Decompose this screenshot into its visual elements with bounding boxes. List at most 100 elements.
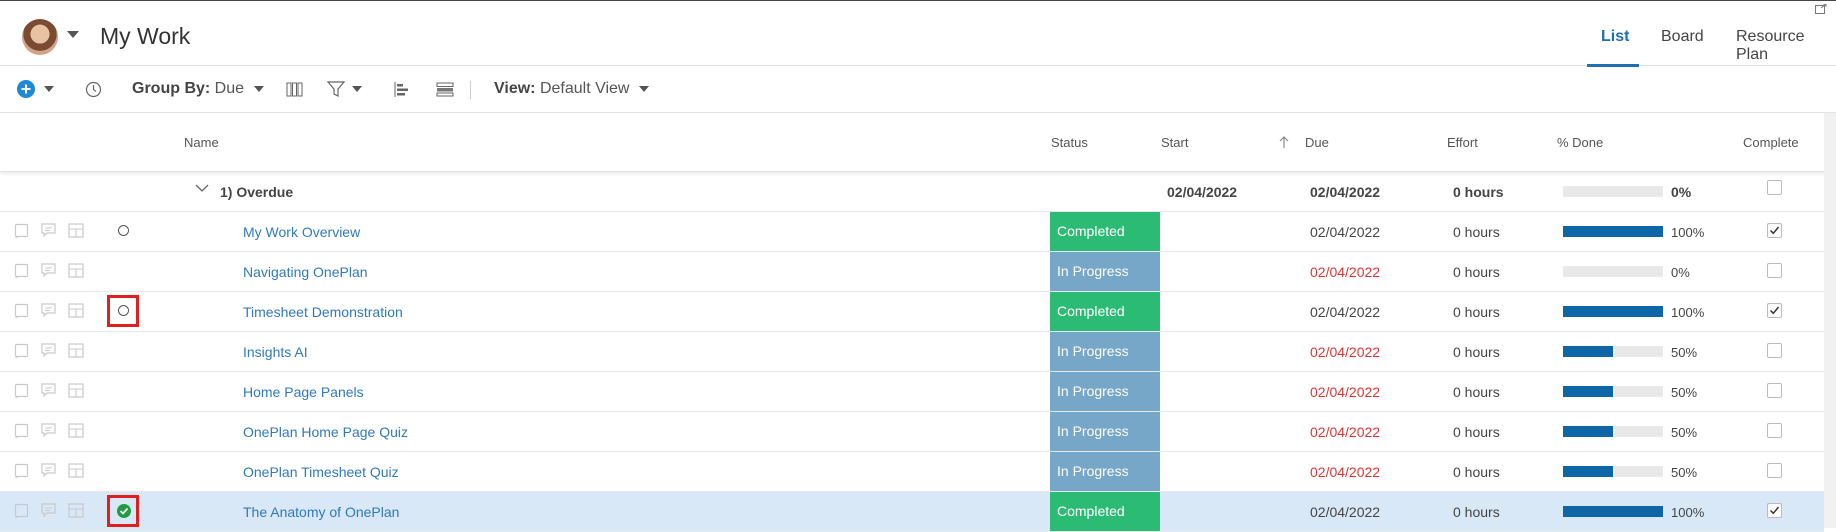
- table-row[interactable]: Insights AI In Progress 02/04/2022 0 hours 5…: [0, 332, 1824, 372]
- table-row[interactable]: The Anatomy of OnePlan Completed 02/04/202…: [0, 492, 1824, 532]
- details-icon[interactable]: [68, 263, 84, 279]
- filter-button[interactable]: [327, 66, 362, 112]
- complete-checkbox[interactable]: [1767, 223, 1782, 238]
- chevron-down-icon[interactable]: [195, 183, 209, 193]
- columns-icon[interactable]: [286, 82, 303, 97]
- view-dropdown[interactable]: View: Default View: [494, 66, 650, 112]
- column-header-status[interactable]: Status: [1051, 135, 1088, 150]
- chevron-down-icon[interactable]: [254, 86, 265, 92]
- comment-icon[interactable]: [41, 343, 57, 359]
- comment-icon[interactable]: [41, 463, 57, 479]
- progress-bar: [1563, 346, 1663, 357]
- column-header-percent-done[interactable]: % Done: [1557, 135, 1603, 150]
- column-header-name[interactable]: Name: [184, 135, 219, 150]
- task-name-link[interactable]: Navigating OnePlan: [243, 264, 368, 280]
- task-icon[interactable]: [14, 383, 30, 399]
- details-icon[interactable]: [68, 383, 84, 399]
- task-name-link[interactable]: OnePlan Home Page Quiz: [243, 424, 408, 440]
- progress-fill: [1563, 426, 1613, 437]
- details-icon[interactable]: [68, 223, 84, 239]
- effort-value: 0 hours: [1453, 384, 1500, 400]
- complete-checkbox[interactable]: [1767, 303, 1782, 318]
- details-icon[interactable]: [68, 303, 84, 319]
- task-icon[interactable]: [14, 263, 30, 279]
- table-row[interactable]: Navigating OnePlan In Progress 02/04/2022 0…: [0, 252, 1824, 292]
- details-icon[interactable]: [68, 423, 84, 439]
- task-name-link[interactable]: Insights AI: [243, 344, 308, 360]
- details-icon[interactable]: [68, 343, 84, 359]
- task-icon[interactable]: [14, 463, 30, 479]
- comment-icon[interactable]: [41, 263, 57, 279]
- table-row[interactable]: My Work Overview Completed 02/04/2022 0 hou…: [0, 212, 1824, 252]
- details-icon[interactable]: [68, 463, 84, 479]
- checkmark-icon: [1769, 226, 1780, 235]
- clock-icon[interactable]: [85, 81, 102, 98]
- task-icon[interactable]: [14, 223, 30, 239]
- add-button[interactable]: [17, 66, 54, 112]
- scrollbar[interactable]: [1824, 113, 1836, 528]
- complete-checkbox[interactable]: [1767, 343, 1782, 358]
- group-by-label: Group By:: [132, 80, 211, 97]
- table-row[interactable]: OnePlan Timesheet Quiz In Progress 02/04/2…: [0, 452, 1824, 492]
- column-header-start[interactable]: Start: [1161, 135, 1188, 150]
- filter-icon[interactable]: [327, 80, 345, 98]
- task-name-link[interactable]: OnePlan Timesheet Quiz: [243, 464, 399, 480]
- effort-value: 0 hours: [1453, 344, 1500, 360]
- tab-board[interactable]: Board: [1661, 28, 1704, 46]
- layout-button[interactable]: [436, 66, 454, 112]
- group-start: 02/04/2022: [1167, 184, 1238, 200]
- group-row-overdue[interactable]: 1) Overdue 02/04/2022 02/04/2022 0 hours…: [0, 172, 1824, 212]
- rows-icon[interactable]: [436, 82, 454, 97]
- task-name-link[interactable]: Timesheet Demonstration: [243, 304, 403, 320]
- chevron-down-icon[interactable]: [67, 31, 79, 38]
- percent-done: 50%: [1671, 465, 1698, 480]
- task-name-link[interactable]: The Anatomy of OnePlan: [243, 504, 399, 520]
- table-row[interactable]: Timesheet Demonstration Completed 02/04/20…: [0, 292, 1824, 332]
- status-circle-icon[interactable]: [118, 225, 129, 236]
- column-header-complete[interactable]: Complete: [1743, 135, 1799, 150]
- avatar[interactable]: [22, 19, 58, 55]
- tab-list[interactable]: List: [1601, 28, 1629, 46]
- complete-checkbox[interactable]: [1767, 383, 1782, 398]
- chevron-down-icon[interactable]: [639, 86, 650, 92]
- columns-button[interactable]: [286, 66, 303, 112]
- plus-circle-icon[interactable]: [17, 80, 35, 98]
- complete-checkbox[interactable]: [1767, 503, 1782, 518]
- complete-checkbox[interactable]: [1767, 423, 1782, 438]
- group-percent: 0%: [1671, 184, 1692, 200]
- tab-resource-plan[interactable]: Resource Plan: [1736, 28, 1836, 64]
- chevron-down-icon[interactable]: [44, 86, 54, 92]
- comment-icon[interactable]: [41, 223, 57, 239]
- progress-bar: [1563, 386, 1663, 397]
- column-header-effort[interactable]: Effort: [1447, 135, 1478, 150]
- group-by-dropdown[interactable]: Group By: Due: [132, 66, 265, 112]
- task-name-link[interactable]: My Work Overview: [243, 224, 360, 240]
- comment-icon[interactable]: [41, 423, 57, 439]
- align-left-icon[interactable]: [394, 81, 410, 97]
- toolbar: Group By: Due View: Default View: [0, 66, 1836, 113]
- column-header-due[interactable]: Due: [1305, 135, 1329, 150]
- comment-icon[interactable]: [41, 383, 57, 399]
- task-icon[interactable]: [14, 303, 30, 319]
- sort-ascending-icon[interactable]: [1279, 136, 1289, 148]
- comment-icon[interactable]: [41, 303, 57, 319]
- group-title: 1) Overdue: [220, 184, 294, 200]
- task-icon[interactable]: [14, 503, 30, 519]
- expand-icon[interactable]: [1815, 4, 1827, 14]
- comment-icon[interactable]: [41, 503, 57, 519]
- progress-fill: [1563, 306, 1663, 317]
- progress-bar: [1563, 506, 1663, 517]
- complete-checkbox[interactable]: [1767, 463, 1782, 478]
- due-date: 02/04/2022: [1310, 264, 1381, 280]
- table-row[interactable]: Home Page Panels In Progress 02/04/2022 0 h…: [0, 372, 1824, 412]
- task-icon[interactable]: [14, 343, 30, 359]
- chevron-down-icon[interactable]: [352, 86, 362, 92]
- table-row[interactable]: OnePlan Home Page Quiz In Progress 02/04/2…: [0, 412, 1824, 452]
- task-icon[interactable]: [14, 423, 30, 439]
- task-name-link[interactable]: Home Page Panels: [243, 384, 364, 400]
- gantt-button[interactable]: [394, 66, 410, 112]
- details-icon[interactable]: [68, 503, 84, 519]
- history-button[interactable]: [85, 66, 102, 112]
- complete-checkbox[interactable]: [1767, 263, 1782, 278]
- group-complete-checkbox[interactable]: [1767, 180, 1782, 195]
